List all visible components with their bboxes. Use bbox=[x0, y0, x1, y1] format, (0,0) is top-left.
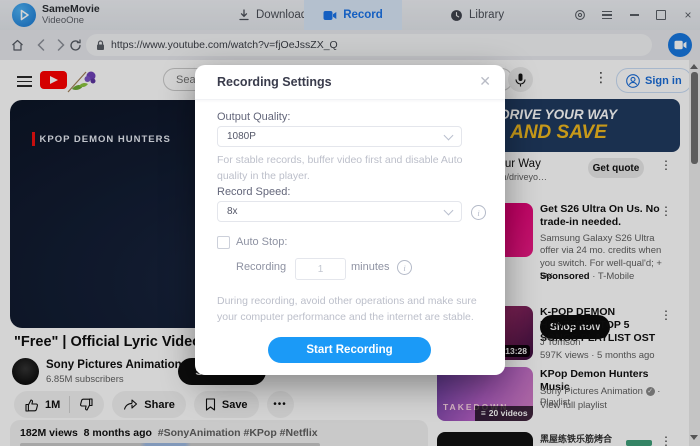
start-recording-button[interactable]: Start Recording bbox=[268, 337, 431, 363]
output-quality-hint: For stable records, buffer video first a… bbox=[217, 154, 463, 183]
recording-note: During recording, avoid other operations… bbox=[217, 295, 477, 324]
dialog-title: Recording Settings bbox=[217, 75, 332, 89]
app-window: SameMovie VideoOne Download Record Libra… bbox=[0, 0, 700, 446]
record-speed-select[interactable]: 8x bbox=[217, 201, 462, 222]
auto-stop-checkbox[interactable] bbox=[217, 236, 230, 249]
minutes-input[interactable] bbox=[295, 258, 346, 280]
dialog-header: Recording Settings ✕ bbox=[195, 65, 505, 100]
start-recording-label: Start Recording bbox=[306, 344, 393, 356]
chevron-down-icon bbox=[443, 205, 454, 215]
output-quality-value: 1080P bbox=[227, 131, 256, 142]
output-quality-select[interactable]: 1080P bbox=[217, 126, 462, 147]
auto-stop-label: Auto Stop: bbox=[236, 236, 288, 248]
dialog-close-icon[interactable]: ✕ bbox=[479, 73, 491, 90]
recording-minutes-label: Recording bbox=[236, 261, 287, 273]
recording-settings-dialog: Recording Settings ✕ Output Quality: 108… bbox=[195, 65, 505, 375]
record-speed-info-icon[interactable]: i bbox=[471, 205, 486, 220]
minutes-unit-label: minutes bbox=[351, 261, 390, 273]
record-speed-label: Record Speed: bbox=[217, 186, 291, 198]
output-quality-label: Output Quality: bbox=[217, 111, 291, 123]
minutes-info-icon[interactable]: i bbox=[397, 260, 412, 275]
record-speed-value: 8x bbox=[227, 206, 238, 217]
chevron-down-icon bbox=[443, 130, 454, 140]
